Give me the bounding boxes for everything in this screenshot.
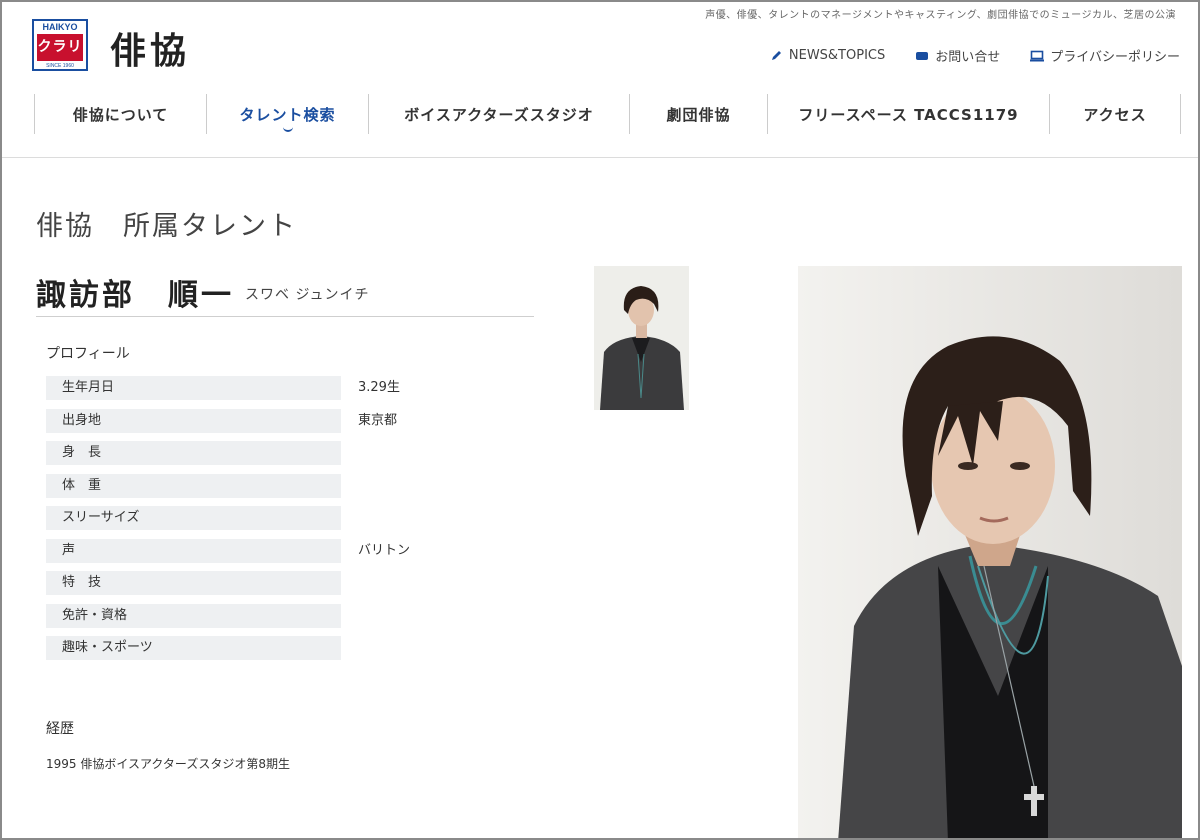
talent-name: 諏訪部 順一 bbox=[36, 278, 234, 313]
nav-item-free-space[interactable]: フリースペース TACCS1179 bbox=[767, 94, 1049, 134]
profile-heading: プロフィール bbox=[46, 346, 130, 362]
profile-label: スリーサイズ bbox=[46, 506, 341, 530]
privacy-policy-link[interactable]: プライバシーポリシー bbox=[1030, 46, 1180, 65]
profile-row: 体 重 bbox=[46, 473, 466, 498]
nav-item-theater-company[interactable]: 劇団俳協 bbox=[629, 94, 767, 134]
news-topics-link[interactable]: NEWS&TOPICS bbox=[770, 46, 885, 65]
site-logo[interactable]: HAIKYO クラリ SINCE 1960 bbox=[32, 19, 88, 71]
contact-label: お問い合せ bbox=[935, 50, 1001, 65]
profile-row: 声 バリトン bbox=[46, 538, 466, 563]
utility-links: NEWS&TOPICS お問い合せ プライバシーポリシー bbox=[770, 46, 1180, 65]
name-divider bbox=[36, 316, 534, 317]
pencil-icon bbox=[770, 49, 783, 62]
talent-kana: スワベ ジュンイチ bbox=[245, 287, 370, 303]
header-divider bbox=[2, 157, 1198, 158]
logo-bottom-text: SINCE 1960 bbox=[46, 63, 74, 69]
profile-row: 免許・資格 bbox=[46, 603, 466, 628]
nav-item-voice-actors-studio[interactable]: ボイスアクターズスタジオ bbox=[368, 94, 629, 134]
profile-label: 出身地 bbox=[46, 408, 341, 433]
profile-row: 生年月日 3.29生 bbox=[46, 376, 466, 400]
page-title: 俳協 所属タレント bbox=[36, 211, 297, 242]
site-name[interactable]: 俳協 bbox=[110, 22, 190, 74]
profile-value: バリトン bbox=[358, 542, 411, 558]
site-tagline: 声優、俳優、タレントのマネージメントやキャスティング、劇団俳協でのミュージカル、… bbox=[705, 10, 1176, 21]
profile-label: 特 技 bbox=[46, 571, 341, 595]
talent-thumbnail[interactable] bbox=[594, 266, 689, 410]
profile-row: 出身地 東京都 bbox=[46, 408, 466, 433]
main-nav: 俳協について タレント検索 ボイスアクターズスタジオ 劇団俳協 フリースペース … bbox=[34, 94, 1182, 134]
nav-item-access[interactable]: アクセス bbox=[1049, 94, 1181, 134]
profile-label: 身 長 bbox=[46, 441, 341, 465]
nav-item-about[interactable]: 俳協について bbox=[34, 94, 206, 134]
logo-main-text: クラリ bbox=[37, 34, 83, 61]
profile-row: 趣味・スポーツ bbox=[46, 636, 466, 660]
mail-icon bbox=[915, 50, 929, 61]
talent-main-photo bbox=[798, 266, 1182, 838]
profile-value: 東京都 bbox=[358, 412, 398, 428]
career-entry: 1995 俳協ボイスアクターズスタジオ第8期生 bbox=[46, 757, 290, 771]
profile-label: 趣味・スポーツ bbox=[46, 636, 341, 660]
profile-label: 体 重 bbox=[46, 473, 341, 498]
monitor-icon bbox=[1030, 50, 1045, 62]
profile-value: 3.29生 bbox=[358, 380, 400, 395]
profile-label: 生年月日 bbox=[46, 376, 341, 400]
profile-table: 生年月日 3.29生 出身地 東京都 身 長 体 重 スリーサイズ 声 バリトン… bbox=[46, 376, 466, 669]
profile-row: 特 技 bbox=[46, 571, 466, 595]
profile-row: 身 長 bbox=[46, 441, 466, 465]
profile-label: 免許・資格 bbox=[46, 603, 341, 628]
profile-row: スリーサイズ bbox=[46, 506, 466, 530]
contact-link[interactable]: お問い合せ bbox=[915, 46, 1000, 65]
page-frame: 声優、俳優、タレントのマネージメントやキャスティング、劇団俳協でのミュージカル、… bbox=[0, 0, 1200, 840]
privacy-policy-label: プライバシーポリシー bbox=[1050, 50, 1180, 65]
career-heading: 経歴 bbox=[46, 721, 74, 737]
logo-top-text: HAIKYO bbox=[42, 22, 78, 32]
profile-label: 声 bbox=[46, 538, 341, 563]
news-topics-label: NEWS&TOPICS bbox=[788, 48, 886, 63]
nav-item-talent-search[interactable]: タレント検索 bbox=[206, 94, 368, 134]
